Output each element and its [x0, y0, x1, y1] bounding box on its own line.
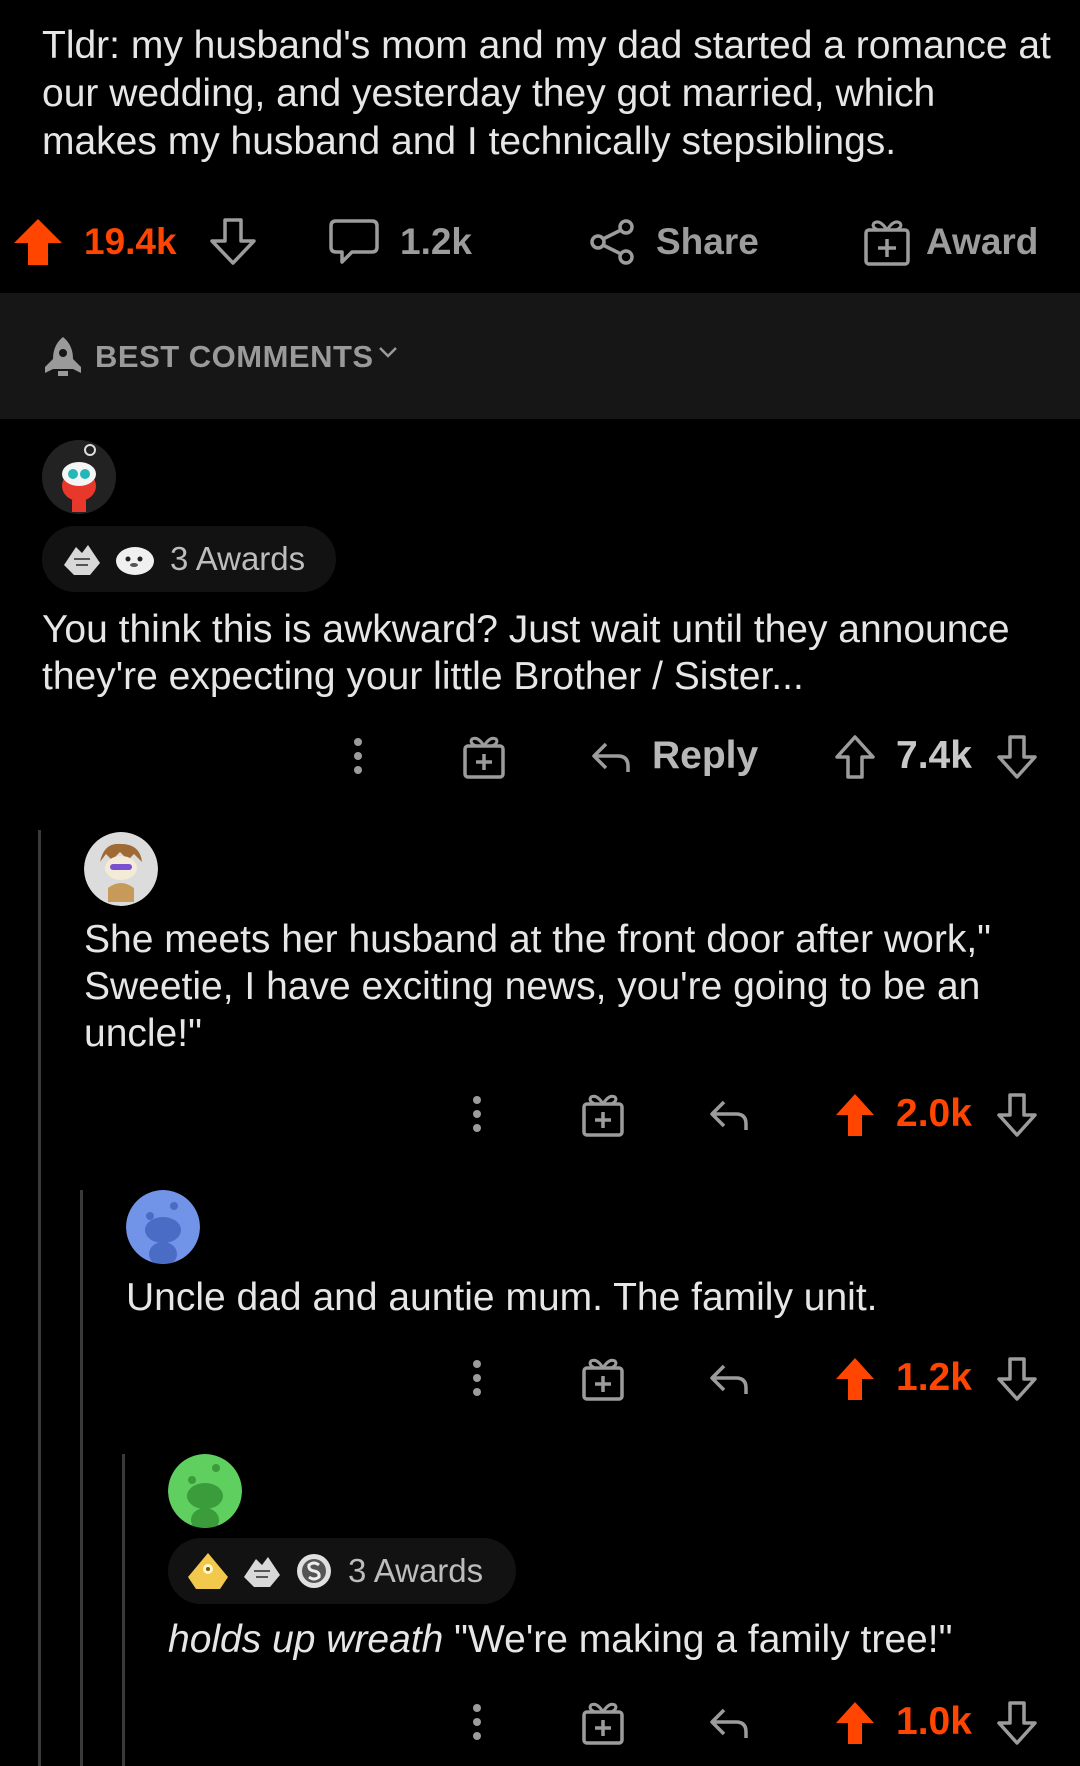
comment-actions: 1.2k — [0, 1350, 1080, 1410]
gift-award-icon[interactable] — [581, 1700, 625, 1751]
downvote-arrow-icon[interactable] — [996, 1356, 1038, 1407]
reply-arrow-icon[interactable] — [590, 738, 632, 783]
upvote-arrow-icon[interactable] — [834, 734, 876, 785]
gift-award-icon[interactable] — [581, 1092, 625, 1143]
reply-arrow-icon[interactable] — [708, 1704, 750, 1749]
upvote-arrow-filled-icon[interactable] — [834, 1356, 876, 1407]
share-button[interactable]: Share — [588, 208, 759, 276]
avatar[interactable] — [126, 1190, 200, 1264]
award-button[interactable]: Award — [862, 208, 1038, 276]
comment-bubble-icon — [328, 217, 380, 267]
comment-score: 1.2k — [896, 1356, 972, 1399]
downvote-arrow-icon[interactable] — [996, 1700, 1038, 1751]
helping-hands-award-icon — [240, 1551, 284, 1591]
downvote-arrow-icon — [208, 217, 258, 267]
comment-sort-bar[interactable]: BEST COMMENTS — [0, 293, 1080, 419]
comment-actions: 1.0k — [0, 1694, 1080, 1754]
avatar[interactable] — [42, 440, 116, 514]
comment-body: She meets her husband at the front door … — [84, 918, 992, 1055]
comment-body: You think this is awkward? Just wait unt… — [42, 608, 1010, 698]
downvote-arrow-icon[interactable] — [996, 1092, 1038, 1143]
comment-body: Uncle dad and auntie mum. The family uni… — [126, 1276, 878, 1319]
share-label: Share — [656, 221, 759, 262]
comment-count: 1.2k — [400, 221, 473, 262]
sort-label: BEST COMMENTS — [95, 339, 374, 374]
awards-count: 3 Awards — [348, 1552, 484, 1589]
comment-body-rest: "We're making a family tree!" — [443, 1618, 953, 1661]
upvote-arrow-filled-icon[interactable] — [834, 1092, 876, 1143]
post-score: 19.4k — [84, 221, 177, 262]
comment-body-italic: holds up wreath — [168, 1618, 444, 1661]
comment-score: 7.4k — [896, 734, 972, 777]
downvote-arrow-icon[interactable] — [996, 734, 1038, 785]
more-options-icon[interactable] — [346, 734, 370, 783]
comment-actions: Reply 7.4k — [0, 728, 1080, 788]
reply-button[interactable]: Reply — [652, 734, 758, 778]
downvote-button[interactable] — [208, 208, 258, 276]
silver-award-icon — [294, 1551, 334, 1591]
awards-pill[interactable]: 3 Awards — [42, 526, 336, 592]
gift-award-icon — [862, 217, 912, 267]
award-label: Award — [926, 221, 1039, 262]
comment-score: 1.0k — [896, 1700, 972, 1743]
upvote-arrow-filled-icon — [12, 217, 64, 267]
reply-arrow-icon[interactable] — [708, 1360, 750, 1405]
chevron-down-icon — [378, 345, 398, 364]
more-options-icon[interactable] — [465, 1356, 489, 1405]
thread-line[interactable] — [38, 830, 41, 1766]
comment-score: 2.0k — [896, 1092, 972, 1135]
thread-line[interactable] — [80, 1190, 83, 1766]
avatar[interactable] — [168, 1454, 242, 1528]
gift-award-icon[interactable] — [581, 1356, 625, 1407]
comment-actions: 2.0k — [0, 1086, 1080, 1146]
post-body: Tldr: my husband's mom and my dad starte… — [42, 24, 1051, 163]
avatar[interactable] — [84, 832, 158, 906]
comment-body: holds up wreath "We're making a family t… — [168, 1616, 1048, 1663]
helping-hands-award-icon — [60, 539, 104, 579]
awards-pill[interactable]: 3 Awards — [168, 1538, 516, 1604]
gift-award-icon[interactable] — [462, 734, 506, 785]
rocket-icon — [42, 335, 84, 382]
upvote-button[interactable] — [12, 208, 64, 276]
share-icon — [588, 217, 638, 267]
wholesome-seal-award-icon — [114, 541, 156, 577]
gold-award-icon — [186, 1551, 230, 1591]
comments-button[interactable]: 1.2k — [328, 208, 472, 276]
reply-arrow-icon[interactable] — [708, 1096, 750, 1141]
awards-count: 3 Awards — [170, 540, 306, 577]
post-action-bar: 19.4k 1.2k Share Award — [0, 208, 1080, 276]
more-options-icon[interactable] — [465, 1700, 489, 1749]
more-options-icon[interactable] — [465, 1092, 489, 1141]
upvote-arrow-filled-icon[interactable] — [834, 1700, 876, 1751]
